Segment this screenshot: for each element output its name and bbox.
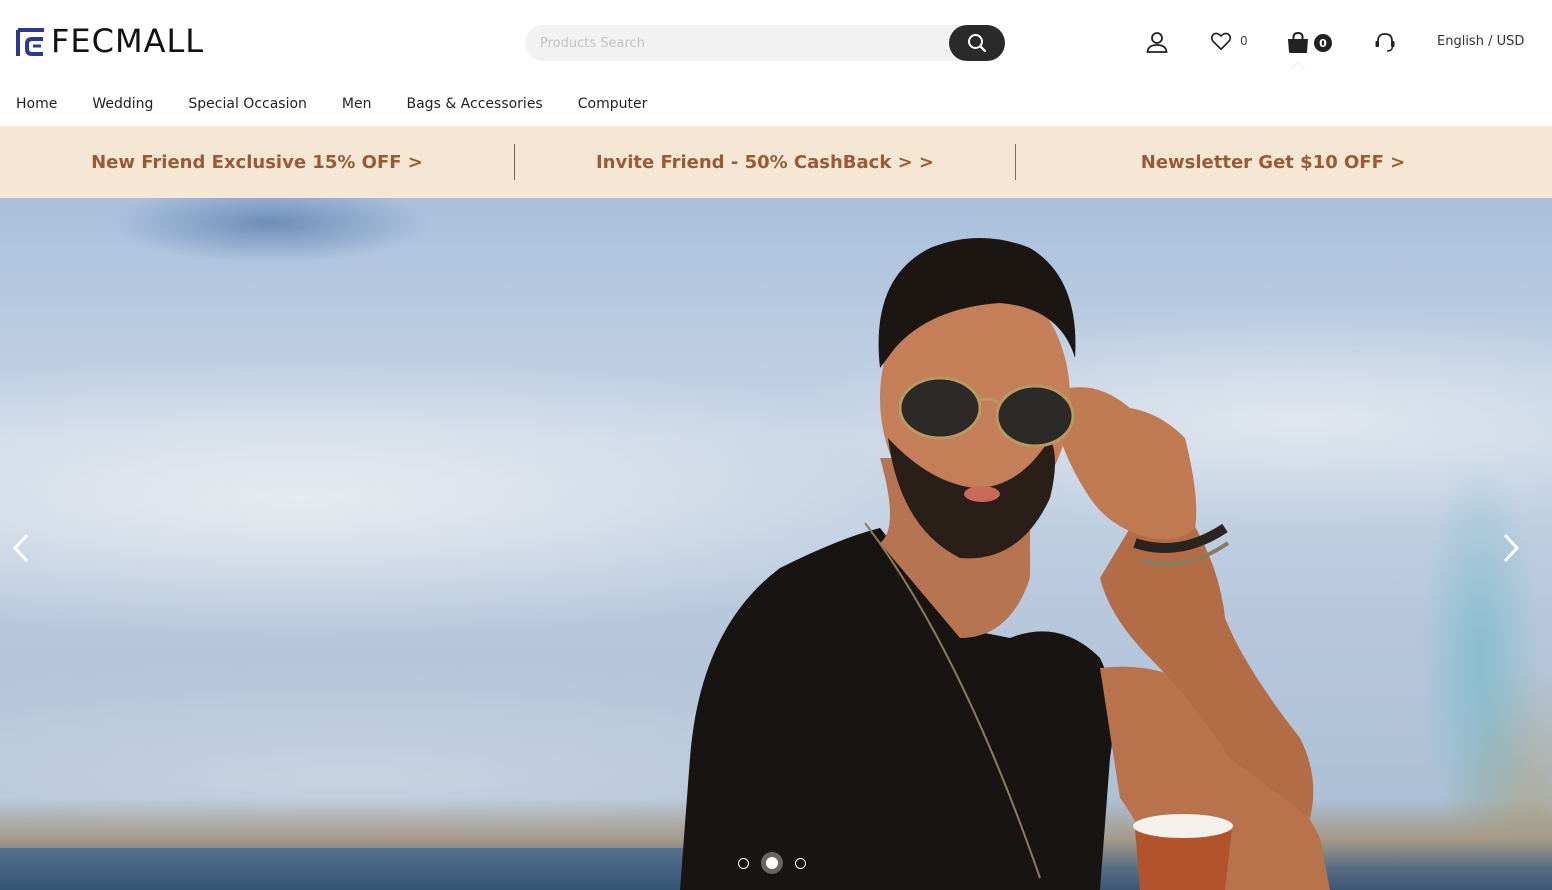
customer-service-button[interactable] xyxy=(1373,30,1397,54)
logo-mark-icon xyxy=(16,28,44,56)
cart-count-badge: 0 xyxy=(1314,34,1332,52)
nav-item-special-occasion[interactable]: Special Occasion xyxy=(188,96,307,116)
nav-item-bags-accessories[interactable]: Bags & Accessories xyxy=(407,96,543,116)
chevron-right-icon xyxy=(1503,533,1520,563)
headset-icon xyxy=(1375,33,1395,52)
language-currency-selector[interactable]: English / USD xyxy=(1437,34,1524,49)
nav-item-wedding[interactable]: Wedding xyxy=(92,96,153,116)
slide-dot-2-active[interactable] xyxy=(761,852,783,874)
nav-item-computer[interactable]: Computer xyxy=(578,96,648,116)
slide-dot-3[interactable] xyxy=(795,857,806,869)
shopping-bag-icon xyxy=(1288,31,1308,53)
promo-invite-friend-link[interactable]: Invite Friend - 50% CashBack > > xyxy=(515,152,1015,173)
promo-newsletter-link[interactable]: Newsletter Get $10 OFF > xyxy=(1016,152,1530,173)
main-nav: Home Wedding Special Occasion Men Bags &… xyxy=(16,96,682,116)
user-icon xyxy=(1146,32,1168,53)
cart-dropdown-caret xyxy=(1291,62,1305,69)
heart-icon xyxy=(1210,32,1232,51)
chevron-left-icon xyxy=(12,533,29,563)
cart-button[interactable]: 0 xyxy=(1286,30,1336,56)
hero-banner-slide[interactable] xyxy=(0,198,1552,890)
slide-pagination xyxy=(730,852,814,874)
prev-slide-button[interactable] xyxy=(6,528,36,568)
nav-item-men[interactable]: Men xyxy=(342,96,372,116)
wishlist-button[interactable]: 0 xyxy=(1210,30,1248,52)
account-button[interactable] xyxy=(1145,30,1169,54)
slide-dot-1[interactable] xyxy=(738,857,749,869)
promo-bar: New Friend Exclusive 15% OFF > Invite Fr… xyxy=(0,126,1552,198)
logo-text: FECMALL xyxy=(51,22,205,60)
search-bar xyxy=(525,25,1005,61)
search-input[interactable] xyxy=(525,25,949,61)
wishlist-count: 0 xyxy=(1240,34,1248,48)
hero-model-photo xyxy=(680,238,1330,890)
fecmall-logo[interactable]: FECMALL xyxy=(15,24,204,58)
site-header: FECMALL 0 0 xyxy=(0,0,1552,86)
search-icon xyxy=(968,34,987,53)
promo-new-friend-link[interactable]: New Friend Exclusive 15% OFF > xyxy=(0,152,514,173)
next-slide-button[interactable] xyxy=(1496,528,1526,568)
nav-item-home[interactable]: Home xyxy=(16,96,57,116)
search-button[interactable] xyxy=(949,25,1005,61)
